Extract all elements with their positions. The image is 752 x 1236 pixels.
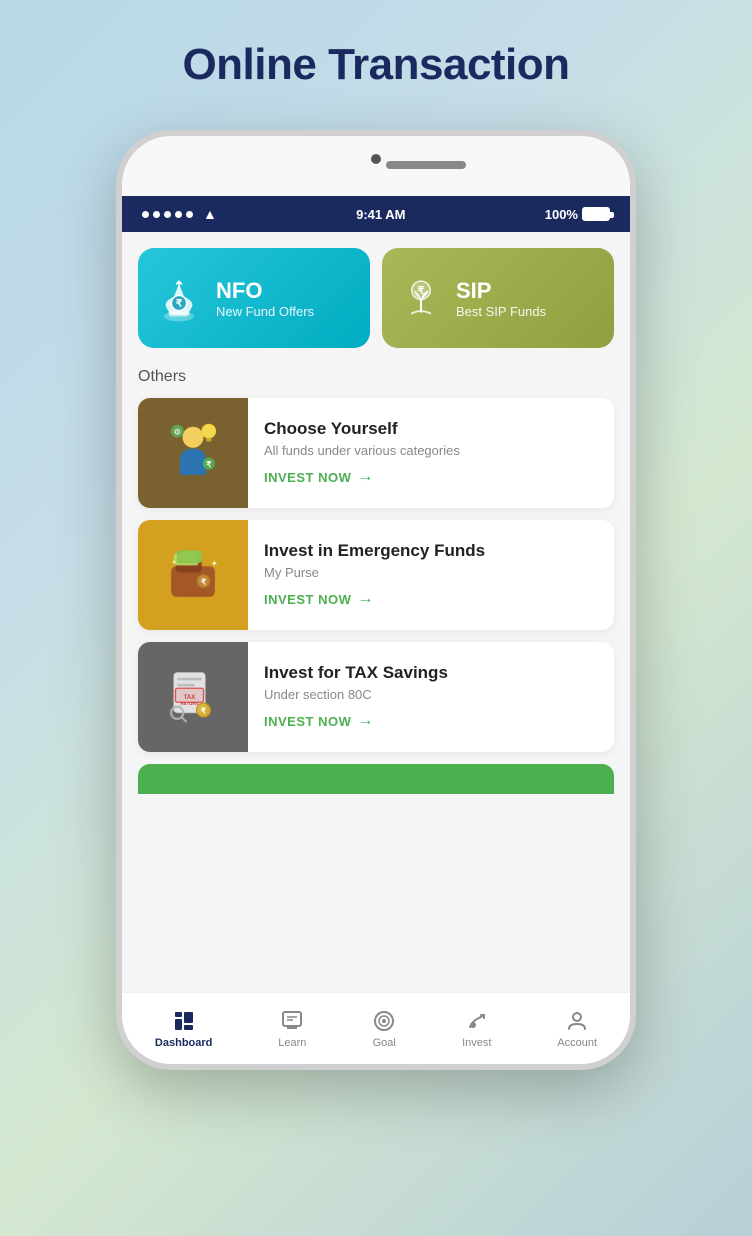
svg-text:✦: ✦	[211, 558, 219, 568]
nfo-subtitle: New Fund Offers	[216, 304, 314, 319]
tax-savings-body: Invest for TAX Savings Under section 80C…	[248, 649, 614, 745]
emergency-subtitle: My Purse	[264, 565, 598, 580]
sip-card-text: SIP Best SIP Funds	[456, 278, 546, 319]
nfo-card[interactable]: ₹ NFO New Fund Offers	[138, 248, 370, 348]
svg-text:₹: ₹	[201, 578, 206, 587]
nfo-icon: ₹	[154, 273, 204, 323]
signal-dot-5	[186, 211, 193, 218]
choose-yourself-subtitle: All funds under various categories	[264, 443, 598, 458]
emergency-title: Invest in Emergency Funds	[264, 541, 598, 561]
choose-yourself-icon: ⚙ ₹	[158, 418, 228, 488]
tax-savings-title: Invest for TAX Savings	[264, 663, 598, 683]
sip-subtitle: Best SIP Funds	[456, 304, 546, 319]
invest-arrow-3: →	[357, 712, 374, 730]
nav-item-learn[interactable]: Learn	[278, 1009, 306, 1049]
emergency-invest-btn[interactable]: INVEST NOW →	[264, 590, 374, 608]
battery-container: 100%	[545, 207, 610, 222]
status-bar: ▲ 9:41 AM 100%	[122, 196, 630, 232]
dashboard-icon	[172, 1009, 196, 1033]
sip-card[interactable]: ₹ SIP Best SIP Funds	[382, 248, 614, 348]
wifi-icon: ▲	[203, 206, 217, 222]
signal-dots: ▲	[142, 206, 217, 222]
account-icon	[565, 1009, 589, 1033]
nav-label-dashboard: Dashboard	[155, 1037, 212, 1049]
sip-icon: ₹	[398, 275, 444, 321]
invest-arrow-1: →	[357, 468, 374, 486]
choose-yourself-body: Choose Yourself All funds under various …	[248, 405, 614, 501]
battery-fill	[584, 209, 608, 219]
signal-dot-3	[164, 211, 171, 218]
choose-yourself-title: Choose Yourself	[264, 419, 598, 439]
signal-dot-4	[175, 211, 182, 218]
tax-thumb: TAX RETURN ₹	[138, 642, 248, 752]
invest-icon	[465, 1009, 489, 1033]
nav-item-account[interactable]: Account	[557, 1009, 597, 1049]
phone-frame: ▲ 9:41 AM 100%	[116, 130, 636, 1070]
nav-label-invest: Invest	[462, 1037, 491, 1049]
choose-yourself-thumb: ⚙ ₹	[138, 398, 248, 508]
emergency-icon: ₹ ✦ ✦	[158, 540, 228, 610]
choose-yourself-invest-btn[interactable]: INVEST NOW →	[264, 468, 374, 486]
tax-savings-subtitle: Under section 80C	[264, 687, 598, 702]
nav-item-dashboard[interactable]: Dashboard	[155, 1009, 212, 1049]
sip-title: SIP	[456, 278, 546, 304]
signal-dot-2	[153, 211, 160, 218]
list-item-choose-yourself[interactable]: ⚙ ₹ Choose Yourself All funds under vari…	[138, 398, 614, 508]
emergency-body: Invest in Emergency Funds My Purse INVES…	[248, 527, 614, 623]
svg-text:₹: ₹	[201, 707, 206, 716]
nav-item-invest[interactable]: Invest	[462, 1009, 491, 1049]
invest-arrow-2: →	[357, 590, 374, 608]
others-section-label: Others	[138, 368, 614, 386]
partial-card	[138, 764, 614, 794]
battery-bar	[582, 207, 610, 221]
svg-text:RETURN: RETURN	[180, 701, 198, 706]
nav-label-learn: Learn	[278, 1037, 306, 1049]
screen-content: ₹ NFO New Fund Offers ₹	[122, 232, 630, 1032]
phone-notch	[122, 136, 630, 196]
svg-text:TAX: TAX	[184, 694, 197, 701]
emergency-thumb: ₹ ✦ ✦	[138, 520, 248, 630]
speaker-bar	[386, 161, 466, 169]
page-title: Online Transaction	[0, 0, 752, 120]
nav-label-account: Account	[557, 1037, 597, 1049]
battery-percent: 100%	[545, 207, 578, 222]
bottom-nav: Dashboard Learn Goal	[122, 992, 630, 1064]
list-item-tax-savings[interactable]: TAX RETURN ₹ Invest for TAX Savings Unde…	[138, 642, 614, 752]
tax-icon: TAX RETURN ₹	[158, 662, 228, 732]
svg-text:⚙: ⚙	[174, 428, 181, 437]
nfo-title: NFO	[216, 278, 314, 304]
svg-text:₹: ₹	[206, 460, 211, 469]
learn-icon	[280, 1009, 304, 1033]
signal-dot-1	[142, 211, 149, 218]
nav-label-goal: Goal	[373, 1037, 396, 1049]
goal-icon	[372, 1009, 396, 1033]
nav-item-goal[interactable]: Goal	[372, 1009, 396, 1049]
list-item-emergency-funds[interactable]: ₹ ✦ ✦ Invest in Emergency Funds My Purse…	[138, 520, 614, 630]
svg-text:✦: ✦	[171, 559, 177, 567]
nfo-card-text: NFO New Fund Offers	[216, 278, 314, 319]
status-time: 9:41 AM	[356, 207, 405, 222]
svg-text:₹: ₹	[176, 298, 183, 309]
tax-savings-invest-btn[interactable]: INVEST NOW →	[264, 712, 374, 730]
top-cards-row: ₹ NFO New Fund Offers ₹	[138, 248, 614, 348]
camera-dot	[371, 154, 381, 164]
phone-wrapper: ▲ 9:41 AM 100%	[0, 120, 752, 1070]
